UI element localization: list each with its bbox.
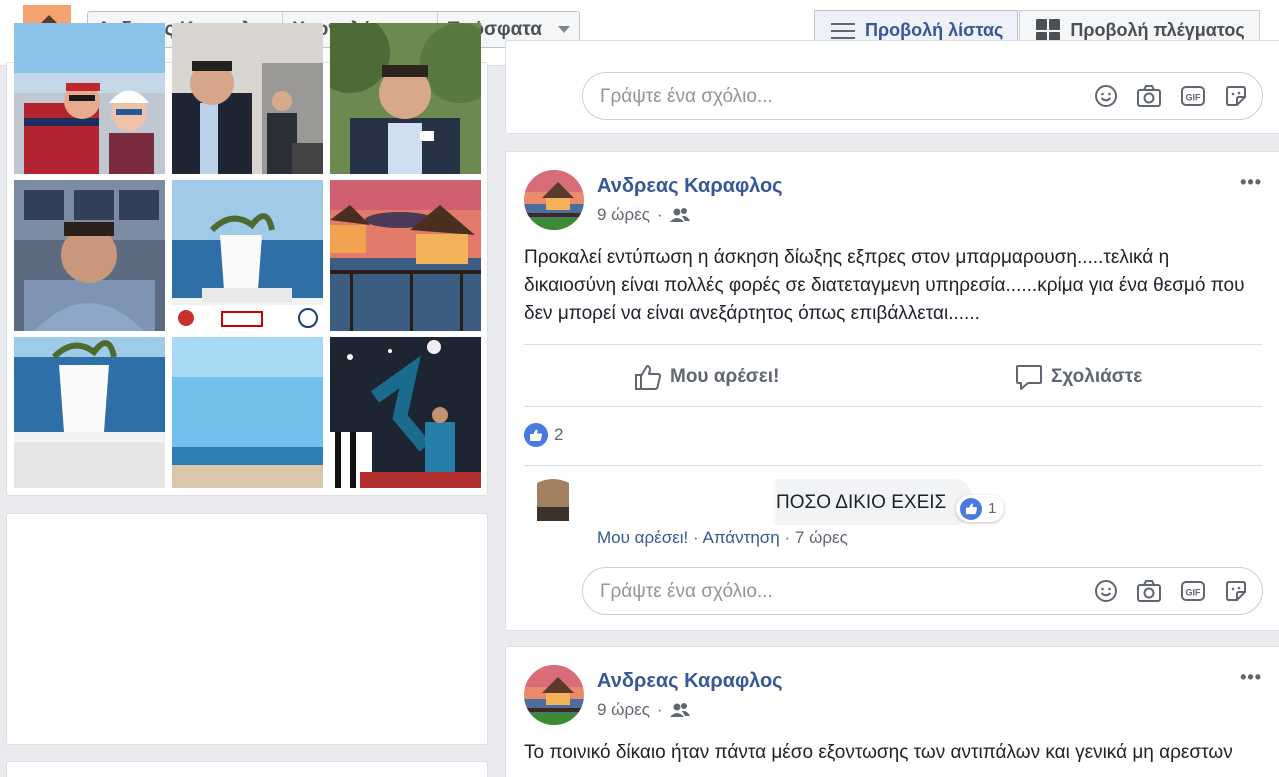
smiley-icon[interactable] xyxy=(1094,579,1118,603)
photo-thumbnail[interactable] xyxy=(14,23,165,174)
reaction-summary[interactable]: 2 xyxy=(524,423,563,447)
gif-icon[interactable]: GIF xyxy=(1180,84,1206,108)
sidebar-card xyxy=(6,761,488,777)
more-options-icon[interactable]: ••• xyxy=(1240,172,1262,193)
comment-label: Σχολιάστε xyxy=(1051,366,1143,387)
photo-thumbnail[interactable] xyxy=(172,23,323,174)
comment-icon xyxy=(1016,365,1042,390)
photos-grid xyxy=(6,23,488,496)
comment-input[interactable]: Γράψτε ένα σχόλιο... GIF xyxy=(582,567,1263,615)
previous-post-footer: Γράψτε ένα σχόλιο... GIF xyxy=(505,40,1279,134)
friends-icon[interactable] xyxy=(669,207,690,223)
like-reaction-icon xyxy=(960,497,982,520)
comment-placeholder: Γράψτε ένα σχόλιο... xyxy=(600,581,773,602)
like-button[interactable]: Μου αρέσει! xyxy=(634,363,779,391)
divider xyxy=(524,344,1262,345)
post-meta: 9 ώρες · xyxy=(597,700,690,720)
post-text: Το ποινικό δίκαιο ήταν πάντα μέσο εξοντω… xyxy=(524,742,1233,763)
post-meta: 9 ώρες · xyxy=(597,205,690,225)
svg-text:GIF: GIF xyxy=(1186,93,1202,103)
comment-reactions[interactable]: 1 xyxy=(956,495,1005,522)
comment-tools: GIF xyxy=(1094,579,1248,603)
photo-thumbnail[interactable] xyxy=(330,337,481,488)
like-label: Μου αρέσει! xyxy=(670,366,780,387)
separator-dot: · xyxy=(656,205,663,224)
more-options-icon[interactable]: ••• xyxy=(1240,667,1262,688)
svg-text:GIF: GIF xyxy=(1186,588,1202,598)
post-card: Ανδρεας Καραφλος 9 ώρες · ••• Το ποινικό… xyxy=(505,646,1279,777)
separator-dot: · xyxy=(656,700,663,719)
post-author[interactable]: Ανδρεας Καραφλος xyxy=(597,670,783,693)
commenter-avatar[interactable] xyxy=(533,477,573,521)
photo-thumbnail[interactable] xyxy=(14,337,165,488)
camera-icon[interactable] xyxy=(1136,579,1162,603)
like-reaction-icon xyxy=(524,423,548,447)
divider xyxy=(524,465,1262,466)
photo-thumbnail[interactable] xyxy=(14,180,165,331)
post-author[interactable]: Ανδρεας Καραφλος xyxy=(597,175,783,198)
list-icon xyxy=(831,22,855,39)
sticker-icon[interactable] xyxy=(1224,84,1248,108)
separator-dot: · xyxy=(784,528,795,547)
post-time[interactable]: 9 ώρες xyxy=(597,205,650,225)
comment-like-link[interactable]: Μου αρέσει! xyxy=(597,528,688,547)
smiley-icon[interactable] xyxy=(1094,84,1118,108)
photo-thumbnail[interactable] xyxy=(330,23,481,174)
comment-tools: GIF xyxy=(1094,84,1248,108)
chevron-down-icon xyxy=(557,26,570,33)
gif-icon[interactable]: GIF xyxy=(1180,579,1206,603)
avatar[interactable] xyxy=(524,665,584,725)
comment-button[interactable]: Σχολιάστε xyxy=(1015,363,1142,391)
post-text: Προκαλεί εντύπωση η άσκηση δίωξης εξπρες… xyxy=(524,247,1245,324)
friends-icon[interactable] xyxy=(669,702,690,718)
photo-thumbnail[interactable] xyxy=(172,337,323,488)
sidebar-card xyxy=(6,513,488,745)
comment-reply-link[interactable]: Απάντηση xyxy=(702,528,779,547)
like-count: 2 xyxy=(554,425,564,444)
post-card: Ανδρεας Καραφλος 9 ώρες · ••• Προκαλεί ε… xyxy=(505,151,1279,631)
comment-placeholder: Γράψτε ένα σχόλιο... xyxy=(600,86,773,107)
list-view-label: Προβολή λίστας xyxy=(865,20,1004,40)
thumbs-up-icon xyxy=(635,365,661,390)
post-time[interactable]: 9 ώρες xyxy=(597,700,650,720)
grid-icon xyxy=(1036,18,1061,43)
comment-like-count: 1 xyxy=(988,500,997,517)
comment-time[interactable]: 7 ώρες xyxy=(795,528,848,547)
camera-icon[interactable] xyxy=(1136,84,1162,108)
comment-actions: Μου αρέσει! · Απάντηση · 7 ώρες xyxy=(597,528,848,548)
grid-view-label: Προβολή πλέγματος xyxy=(1070,20,1245,40)
comment-text: ΠΟΣΟ ΔΙΚΙΟ ΕΧΕΙΣ xyxy=(776,492,947,513)
photo-thumbnail[interactable] xyxy=(172,180,323,331)
comment-input[interactable]: Γράψτε ένα σχόλιο... GIF xyxy=(582,72,1263,120)
photo-thumbnail[interactable] xyxy=(330,180,481,331)
sticker-icon[interactable] xyxy=(1224,579,1248,603)
avatar[interactable] xyxy=(524,170,584,230)
divider xyxy=(524,406,1262,407)
